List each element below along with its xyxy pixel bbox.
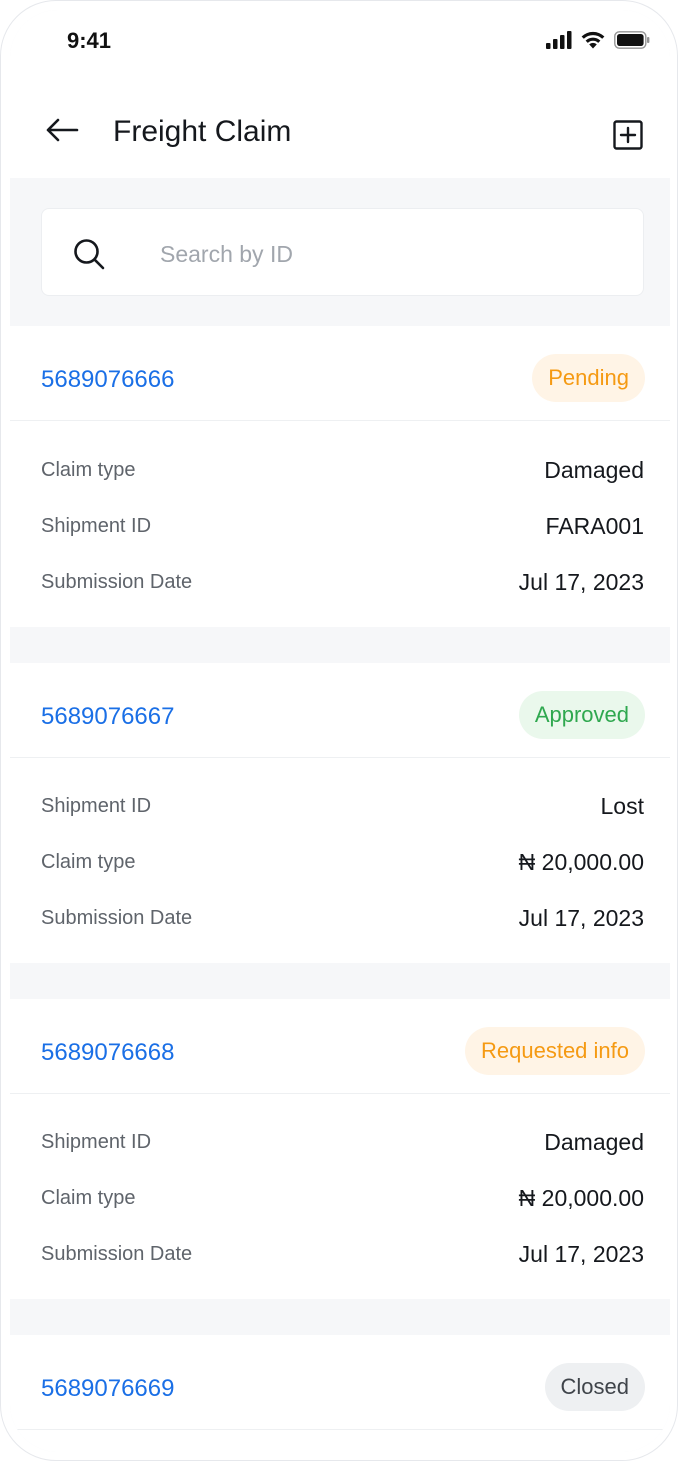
claim-card[interactable]: 5689076666 Pending Claim type Damaged Sh… [10, 326, 670, 627]
detail-label: Submission Date [41, 1243, 193, 1265]
claim-card-header: 5689076668 Requested info [10, 999, 670, 1094]
detail-label: Submission Date [41, 907, 193, 929]
detail-value: Damaged [544, 457, 644, 483]
claim-card[interactable]: 5689076667 Approved Shipment ID Lost Cla… [10, 663, 670, 963]
wifi-icon [581, 31, 605, 49]
signal-icon [546, 30, 572, 49]
detail-label: Shipment ID [41, 515, 152, 537]
detail-value: Lost [600, 793, 644, 819]
status-time: 9:41 [67, 28, 112, 53]
claim-card[interactable]: 5689076669 Closed [10, 1335, 670, 1452]
status-badge: Closed [544, 1363, 645, 1411]
detail-row: Shipment ID FARA001 [41, 513, 644, 545]
battery-icon [614, 30, 650, 49]
detail-label: Claim type [41, 459, 136, 481]
detail-value: FARA001 [545, 513, 644, 539]
detail-row: Shipment ID Lost [41, 793, 644, 825]
claim-id-link[interactable]: 5689076667 [41, 703, 174, 731]
detail-value: Damaged [544, 1129, 644, 1155]
detail-label: Submission Date [41, 571, 193, 593]
app-header: Freight Claim [10, 80, 670, 178]
page-title: Freight Claim [113, 115, 292, 148]
search-icon [74, 239, 105, 270]
device-frame: 9:41 Freight Claim Search by ID 56890766… [0, 0, 678, 1461]
search-box [41, 208, 644, 296]
status-icons [546, 30, 650, 49]
detail-value: Jul 17, 2023 [518, 1241, 644, 1267]
detail-value: ₦ 20,000.00 [518, 1185, 644, 1211]
claim-card-header: 5689076669 Closed [10, 1335, 670, 1430]
detail-label: Shipment ID [41, 1131, 152, 1153]
status-bar: 9:41 [10, 10, 670, 80]
claim-card-header: 5689076666 Pending [10, 326, 670, 421]
square-plus-icon[interactable] [613, 120, 643, 150]
arrow-left-icon[interactable] [42, 110, 82, 150]
search-input[interactable] [158, 233, 602, 275]
detail-row: Submission Date Jul 17, 2023 [41, 569, 644, 601]
detail-value: Jul 17, 2023 [518, 905, 644, 931]
status-badge: Requested info [465, 1027, 645, 1075]
detail-row: Claim type ₦ 20,000.00 [41, 1185, 644, 1217]
claim-id-link[interactable]: 5689076669 [41, 1375, 174, 1403]
detail-row: Submission Date Jul 17, 2023 [41, 905, 644, 937]
detail-row: Claim type Damaged [41, 457, 644, 489]
claim-id-link[interactable]: 5689076666 [41, 366, 174, 394]
detail-row: Submission Date Jul 17, 2023 [41, 1241, 644, 1273]
claim-id-link[interactable]: 5689076668 [41, 1039, 174, 1067]
detail-label: Shipment ID [41, 795, 152, 817]
detail-value: ₦ 20,000.00 [518, 849, 644, 875]
status-badge: Approved [518, 691, 645, 739]
detail-label: Claim type [41, 1187, 136, 1209]
detail-row: Shipment ID Damaged [41, 1129, 644, 1161]
screen: 9:41 Freight Claim Search by ID 56890766… [10, 10, 670, 1452]
claim-card[interactable]: 5689076668 Requested info Shipment ID Da… [10, 999, 670, 1299]
status-badge: Pending [532, 354, 645, 402]
claim-card-header: 5689076667 Approved [10, 663, 670, 758]
detail-label: Claim type [41, 851, 136, 873]
detail-value: Jul 17, 2023 [518, 569, 644, 595]
detail-row: Claim type ₦ 20,000.00 [41, 849, 644, 881]
